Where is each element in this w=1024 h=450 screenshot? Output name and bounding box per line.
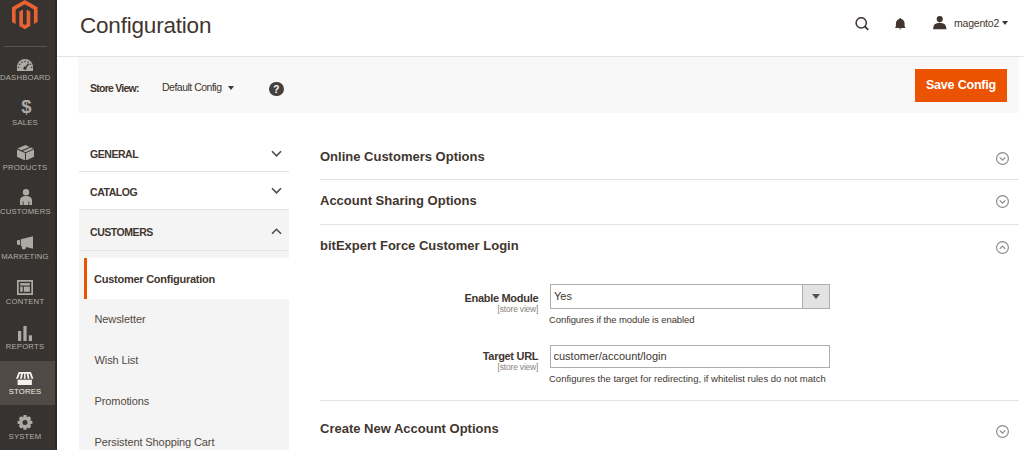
- svg-text:$: $: [21, 98, 32, 115]
